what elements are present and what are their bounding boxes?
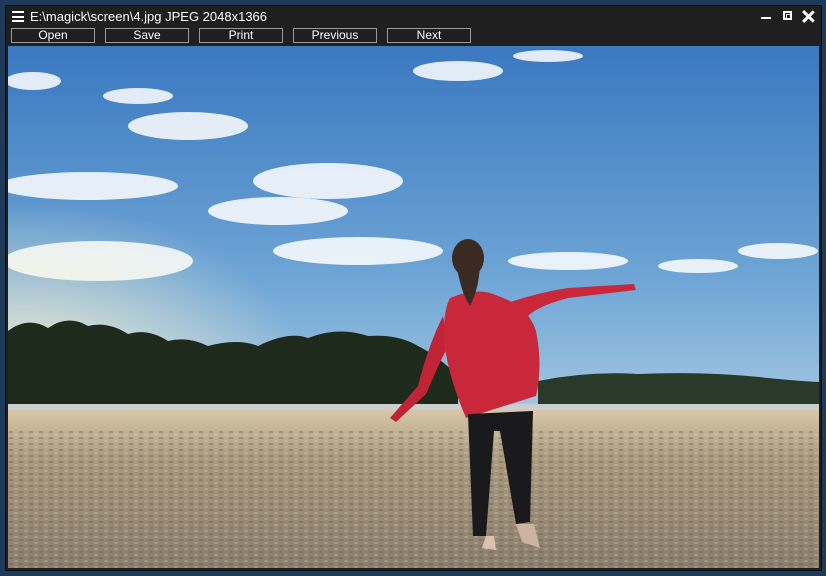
- minimize-icon[interactable]: [759, 8, 773, 24]
- next-button[interactable]: Next: [387, 28, 471, 43]
- open-button[interactable]: Open: [11, 28, 95, 43]
- hamburger-menu-icon[interactable]: [12, 11, 24, 22]
- save-button[interactable]: Save: [105, 28, 189, 43]
- image-viewer-window: E:\magick\screen\4.jpg JPEG 2048x1366 Op…: [5, 5, 822, 571]
- title-bar[interactable]: E:\magick\screen\4.jpg JPEG 2048x1366: [6, 6, 821, 28]
- image-canvas[interactable]: [8, 46, 819, 568]
- print-button[interactable]: Print: [199, 28, 283, 43]
- toolbar: Open Save Print Previous Next: [6, 28, 821, 46]
- window-title: E:\magick\screen\4.jpg JPEG 2048x1366: [30, 9, 268, 24]
- photo-beach-woman: [8, 46, 819, 568]
- close-icon[interactable]: [800, 8, 816, 24]
- maximize-icon[interactable]: [781, 8, 795, 24]
- previous-button[interactable]: Previous: [293, 28, 377, 43]
